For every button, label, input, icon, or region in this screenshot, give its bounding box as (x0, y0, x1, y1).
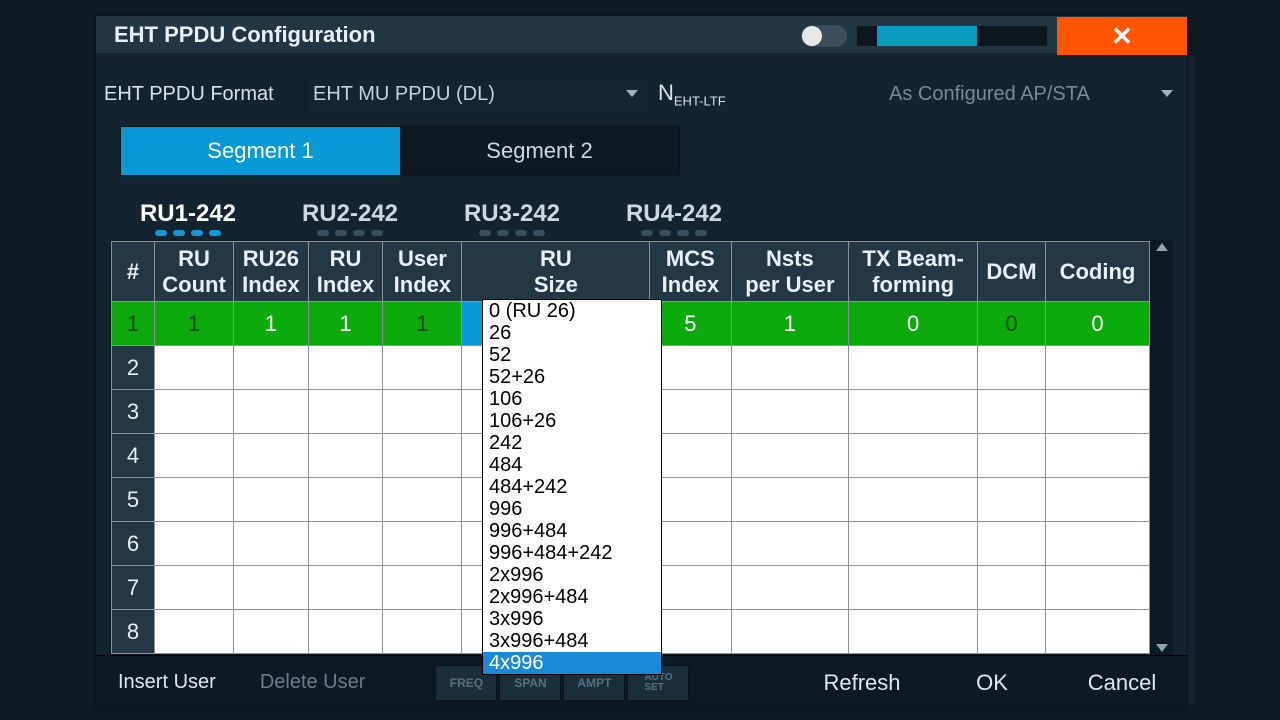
scroll-up-icon[interactable] (1156, 243, 1168, 251)
vertical-scrollbar[interactable] (1151, 240, 1173, 655)
segment-2-tab[interactable]: Segment 2 (400, 127, 679, 175)
col-nsts: Nstsper User (731, 242, 849, 302)
ru-size-option[interactable]: 242 (483, 432, 661, 454)
col-user-index: UserIndex (383, 242, 462, 302)
ok-button[interactable]: OK (927, 656, 1057, 710)
ru-tabs: RU1-242 RU2-242 RU3-242 RU4-242 (110, 198, 1187, 238)
col-ru-size: RUSize (462, 242, 650, 302)
ru-size-option[interactable]: 52 (483, 344, 661, 366)
ru-size-option[interactable]: 0 (RU 26) (483, 300, 661, 322)
n-eht-ltf-label: NEHT-LTF (658, 80, 726, 108)
ru-size-option[interactable]: 996+484 (483, 520, 661, 542)
slider-fill (877, 26, 977, 46)
cell-ru-count[interactable]: 1 (154, 302, 233, 346)
dialog-title: EHT PPDU Configuration (114, 22, 376, 48)
segment-1-tab[interactable]: Segment 1 (121, 127, 400, 175)
col-dcm: DCM (978, 242, 1046, 302)
ru-size-option[interactable]: 484 (483, 454, 661, 476)
chevron-down-icon (1161, 90, 1173, 97)
col-num: # (112, 242, 155, 302)
ru2-tab[interactable]: RU2-242 (272, 198, 428, 238)
toggle-knob (802, 26, 822, 46)
col-coding: Coding (1045, 242, 1149, 302)
ppdu-format-value: EHT MU PPDU (DL) (313, 83, 495, 106)
insert-user-button[interactable]: Insert User (96, 656, 238, 710)
titlebar-toggle[interactable] (801, 25, 847, 47)
cell-tx[interactable]: 0 (849, 302, 978, 346)
ru-size-option[interactable]: 26 (483, 322, 661, 344)
cell-dcm[interactable]: 0 (978, 302, 1046, 346)
delete-user-button[interactable]: Delete User (238, 656, 388, 710)
titlebar-slider[interactable] (857, 26, 1047, 46)
ru4-tab[interactable]: RU4-242 (596, 198, 752, 238)
close-button[interactable]: ✕ (1057, 17, 1187, 55)
ru-size-option[interactable]: 996+484+242 (483, 542, 661, 564)
col-ru26: RU26Index (234, 242, 309, 302)
table-header-row: # RUCount RU26Index RUIndex UserIndex RU… (112, 242, 1150, 302)
col-ru-count: RUCount (154, 242, 233, 302)
col-ru-index: RUIndex (308, 242, 383, 302)
n-eht-ltf-value: As Configured AP/STA (889, 83, 1090, 106)
scroll-down-icon[interactable] (1156, 644, 1168, 652)
cell-nsts[interactable]: 1 (731, 302, 849, 346)
segment-tabs: Segment 1 Segment 2 (120, 126, 680, 176)
ru-table-area: # RUCount RU26Index RUIndex UserIndex RU… (110, 240, 1151, 655)
col-mcs: MCSIndex (650, 242, 731, 302)
col-tx-beam: TX Beam-forming (849, 242, 978, 302)
ppdu-format-label: EHT PPDU Format (104, 83, 309, 106)
cancel-button[interactable]: Cancel (1057, 656, 1187, 710)
ru1-tab[interactable]: RU1-242 (110, 198, 266, 238)
ppdu-format-row: EHT PPDU Format EHT MU PPDU (DL) NEHT-LT… (96, 71, 1187, 118)
close-icon: ✕ (1111, 21, 1133, 52)
cell-user-index[interactable]: 1 (383, 302, 462, 346)
ru-size-option[interactable]: 106+26 (483, 410, 661, 432)
ru-size-option[interactable]: 484+242 (483, 476, 661, 498)
table-wrap: # RUCount RU26Index RUIndex UserIndex RU… (110, 240, 1173, 655)
ru-size-option[interactable]: 106 (483, 388, 661, 410)
n-sub: EHT-LTF (674, 94, 726, 109)
ppdu-format-select[interactable]: EHT MU PPDU (DL) (309, 78, 644, 112)
ru-size-option[interactable]: 3x996+484 (483, 630, 661, 652)
n-main: N (658, 80, 674, 105)
cell-ru26[interactable]: 1 (234, 302, 309, 346)
ru-size-dropdown[interactable]: 0 (RU 26)265252+26106106+26242484484+242… (482, 299, 662, 675)
eht-ppdu-config-dialog: EHT PPDU Configuration ✕ EHT PPDU Format… (95, 15, 1188, 710)
n-eht-ltf-select[interactable]: As Configured AP/STA (889, 78, 1179, 112)
ru-size-option[interactable]: 52+26 (483, 366, 661, 388)
cell-num: 1 (112, 302, 155, 346)
ru-size-option[interactable]: 2x996 (483, 564, 661, 586)
ru-size-option[interactable]: 3x996 (483, 608, 661, 630)
ru3-tab[interactable]: RU3-242 (434, 198, 590, 238)
ru-size-option[interactable]: 996 (483, 498, 661, 520)
ru-size-option[interactable]: 4x996 (483, 652, 661, 674)
titlebar: EHT PPDU Configuration ✕ (96, 16, 1187, 53)
cell-ru-index[interactable]: 1 (308, 302, 383, 346)
ru-size-option[interactable]: 2x996+484 (483, 586, 661, 608)
chevron-down-icon (626, 90, 638, 97)
cell-coding[interactable]: 0 (1045, 302, 1149, 346)
refresh-button[interactable]: Refresh (797, 656, 927, 710)
